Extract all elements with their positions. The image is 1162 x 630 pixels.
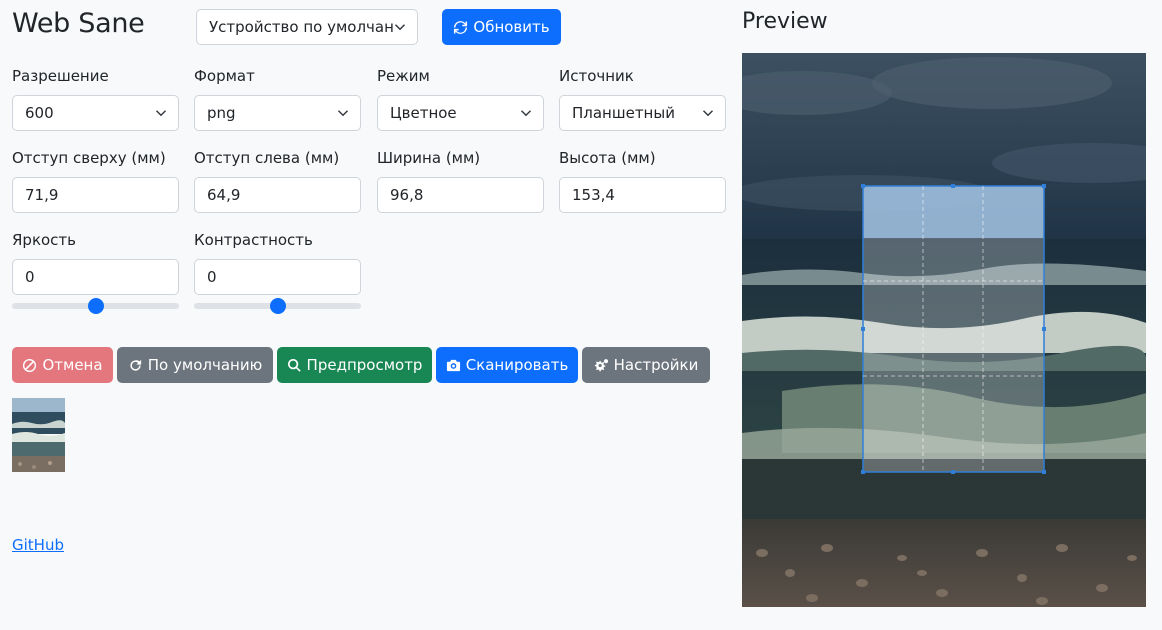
camera-icon <box>446 359 460 371</box>
search-icon <box>287 358 301 372</box>
mode-label: Режим <box>377 67 430 85</box>
left-offset-input[interactable]: 64,9 <box>194 177 361 213</box>
height-input[interactable]: 153,4 <box>559 177 726 213</box>
settings-button[interactable]: Настройки <box>582 347 710 383</box>
scan-button-label: Сканировать <box>465 356 569 374</box>
preview-button-label: Предпросмотр <box>306 356 423 374</box>
source-select[interactable]: Планшетный <box>559 95 726 131</box>
refresh-button[interactable]: Обновить <box>442 9 561 45</box>
brightness-input[interactable]: 0 <box>12 259 179 295</box>
refresh-button-label: Обновить <box>473 18 550 36</box>
reset-defaults-button[interactable]: По умолчанию <box>117 347 273 383</box>
app-title: Web Sane <box>12 8 145 39</box>
source-label: Источник <box>559 67 634 85</box>
format-label: Формат <box>194 67 255 85</box>
format-select[interactable]: png <box>194 95 361 131</box>
width-input[interactable]: 96,8 <box>377 177 544 213</box>
format-select-value: png <box>207 104 236 122</box>
refresh-icon <box>454 20 468 34</box>
width-label: Ширина (мм) <box>377 149 481 167</box>
brightness-slider-thumb[interactable] <box>87 298 104 314</box>
height-label: Высота (мм) <box>559 149 656 167</box>
preview-button[interactable]: Предпросмотр <box>277 347 432 383</box>
preview-title: Preview <box>742 9 828 34</box>
preview-image-area[interactable] <box>742 53 1146 607</box>
reset-defaults-button-label: По умолчанию <box>147 356 263 374</box>
top-offset-label: Отступ сверху (мм) <box>12 149 166 167</box>
contrast-input[interactable]: 0 <box>194 259 361 295</box>
settings-button-label: Настройки <box>613 356 699 374</box>
scan-button[interactable]: Сканировать <box>436 347 578 383</box>
chevron-down-icon <box>336 96 350 130</box>
left-offset-label: Отступ слева (мм) <box>194 149 340 167</box>
chevron-down-icon <box>519 96 533 130</box>
top-offset-input[interactable]: 71,9 <box>12 177 179 213</box>
resolution-select[interactable]: 600 <box>12 95 179 131</box>
cancel-button[interactable]: Отмена <box>12 347 113 383</box>
scan-area-selection <box>861 184 1046 474</box>
mode-select[interactable]: Цветное <box>377 95 544 131</box>
mode-select-value: Цветное <box>390 104 457 122</box>
cancel-button-label: Отмена <box>42 356 103 374</box>
redo-icon <box>130 359 141 371</box>
device-select-value: Устройство по умолчан <box>209 18 394 36</box>
gears-icon <box>594 358 608 371</box>
resolution-select-value: 600 <box>25 104 54 122</box>
chevron-down-icon <box>154 96 168 130</box>
contrast-label: Контрастность <box>194 231 313 249</box>
github-link[interactable]: GitHub <box>12 536 64 554</box>
resolution-label: Разрешение <box>12 67 109 85</box>
chevron-down-icon <box>701 96 715 130</box>
chevron-down-icon <box>393 10 407 44</box>
contrast-slider-thumb[interactable] <box>269 298 286 314</box>
brightness-label: Яркость <box>12 231 77 249</box>
ban-icon <box>23 358 37 372</box>
scanned-image-thumbnail[interactable] <box>12 398 65 472</box>
source-select-value: Планшетный <box>572 104 675 122</box>
device-select[interactable]: Устройство по умолчан <box>196 9 418 45</box>
